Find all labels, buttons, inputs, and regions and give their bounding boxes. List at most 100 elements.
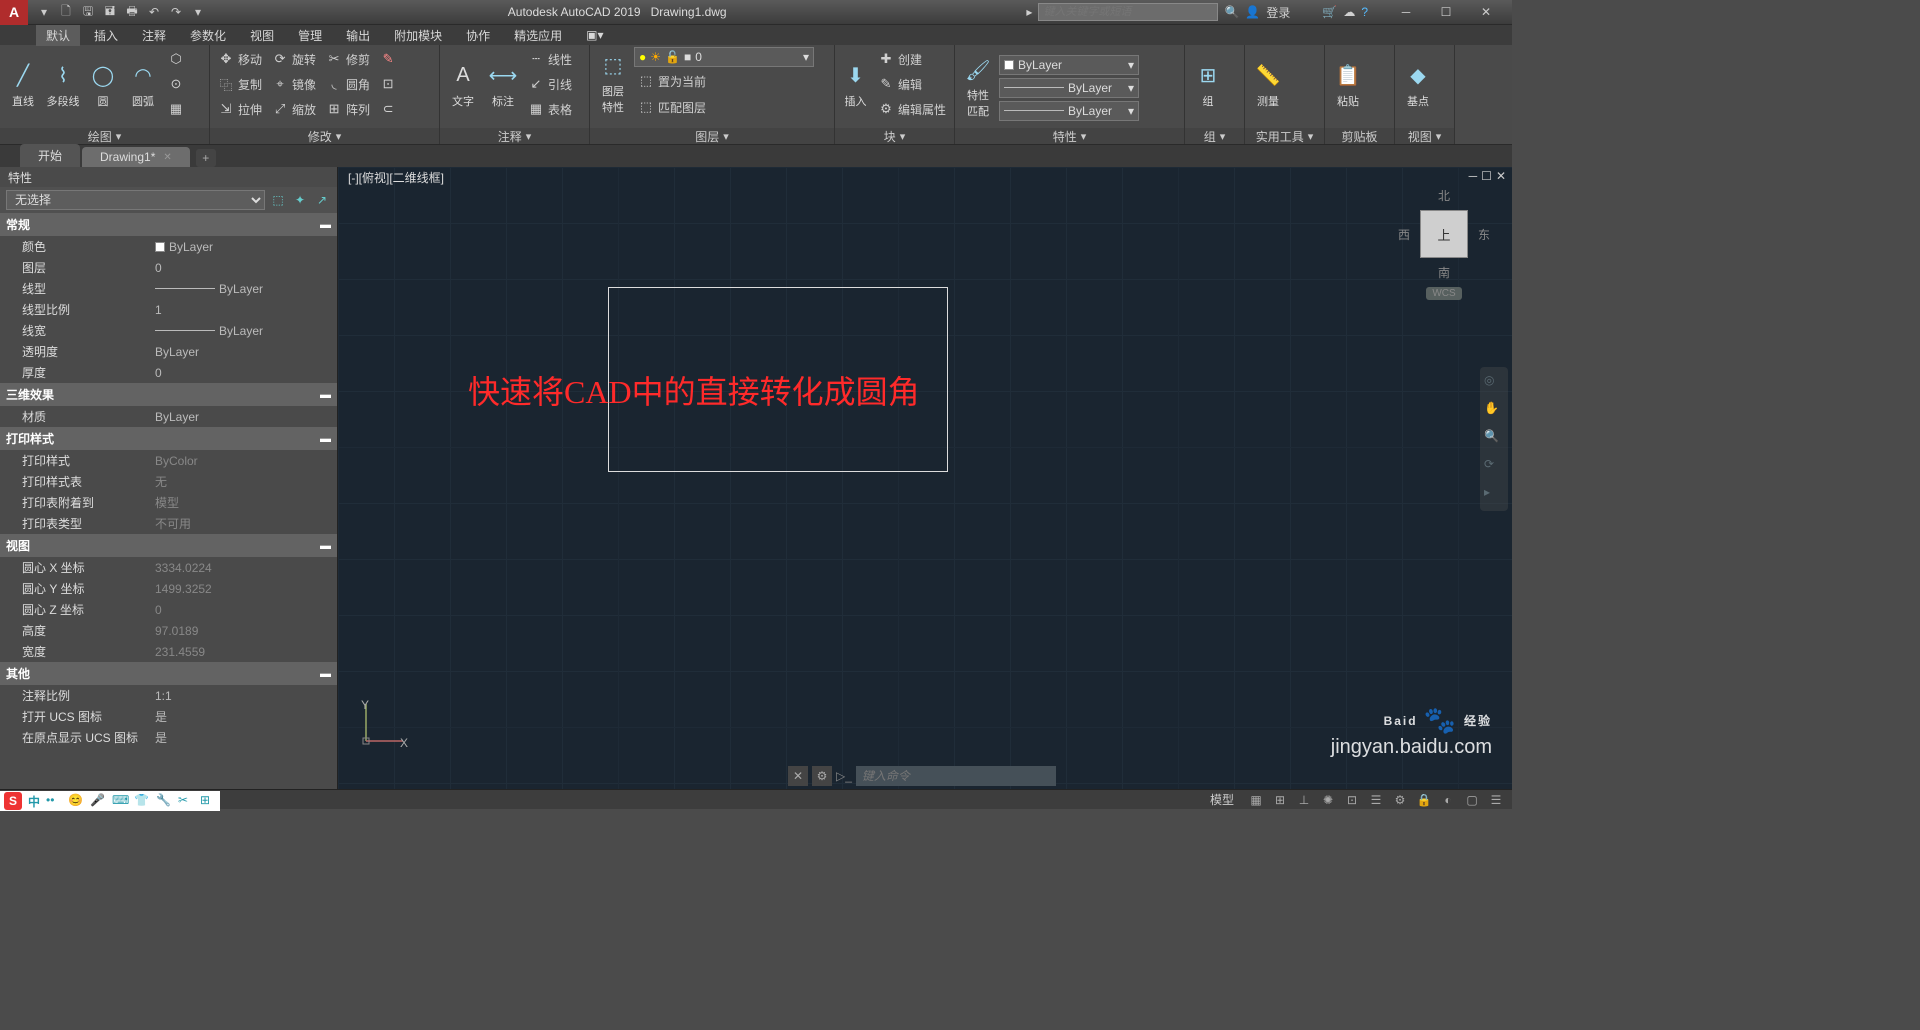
insert-block-button[interactable]: ⬇插入 [839,47,872,123]
maximize-button[interactable]: ☐ [1426,0,1466,25]
prop-ucsorigin-value[interactable]: 是 [155,729,337,746]
dimension-button[interactable]: ⟷标注 [484,47,522,123]
infocenter-arrow-icon[interactable]: ▸ [1026,5,1032,19]
prop-cx-value[interactable]: 3334.0224 [155,561,337,575]
exchange-icon[interactable]: 🛒 [1322,5,1337,19]
drawing-canvas[interactable]: [-][俯视][二维线框] ─ ☐ ✕ 快速将CAD中的直接转化成圆角 YX 北… [338,167,1512,789]
viewport-close-icon[interactable]: ✕ [1496,169,1506,183]
measure-button[interactable]: 📏测量 [1249,47,1287,123]
text-button[interactable]: A文字 [444,47,482,123]
nav-showmotion-icon[interactable]: ▸ [1484,485,1504,505]
a360-icon[interactable]: ☁ [1343,5,1355,19]
cmd-config-icon[interactable]: ⚙ [812,766,832,786]
panel-draw-label[interactable]: 绘图 ▾ [0,128,209,144]
ime-lang[interactable]: 中 [28,793,40,810]
viewcube[interactable]: 北 西 上 东 南 WCS [1394,187,1494,307]
panel-block-label[interactable]: 块 ▾ [835,128,954,144]
tab-addins[interactable]: 附加模块 [384,25,452,46]
create-block-button[interactable]: ✚创建 [874,47,950,71]
panel-clip-label[interactable]: 剪贴板 [1325,128,1394,144]
modify-extra-2[interactable]: ⊡ [376,72,400,96]
ime-menu-icon[interactable]: ⊞ [200,793,216,809]
sb-workspace-icon[interactable]: ⚙ [1390,791,1410,809]
prop-ltscale-value[interactable]: 1 [155,303,337,317]
prop-transp-value[interactable]: ByLayer [155,345,337,359]
quickselect-icon[interactable]: ⬚ [269,191,287,209]
sb-clean-icon[interactable]: ▢ [1462,791,1482,809]
sb-polar-icon[interactable]: ✺ [1318,791,1338,809]
pickadd-icon[interactable]: ✦ [291,191,309,209]
viewport-min-icon[interactable]: ─ [1469,169,1478,183]
search-input[interactable] [1038,3,1218,21]
panel-util-label[interactable]: 实用工具 ▾ [1245,128,1324,144]
cat-other[interactable]: 其他▬ [0,662,337,685]
viewcube-west[interactable]: 西 [1398,226,1410,243]
line-button[interactable]: ╱直线 [4,47,42,123]
stretch-button[interactable]: ⇲拉伸 [214,97,266,121]
tab-collab[interactable]: 协作 [456,25,500,46]
qat-undo-icon[interactable]: ↶ [144,2,164,22]
viewcube-top[interactable]: 上 [1420,210,1468,258]
qat-open-icon[interactable]: 🗋 [56,2,76,22]
search-icon[interactable]: 🔍 [1224,5,1239,19]
panel-props-label[interactable]: 特性 ▾ [955,128,1184,144]
qat-saveas-icon[interactable]: 🖬 [100,2,120,22]
modify-extra-1[interactable]: ✎ [376,47,400,71]
trim-button[interactable]: ✂修剪 [322,47,374,71]
sb-isolate-icon[interactable]: ◐ [1438,791,1458,809]
table-button[interactable]: ▦表格 [524,97,576,121]
prop-linetype-value[interactable]: ByLayer [155,282,337,296]
qat-new-icon[interactable]: ▾ [34,2,54,22]
tab-expand-icon[interactable]: ▣▾ [576,26,613,44]
app-logo[interactable]: A [0,0,28,25]
panel-view-label[interactable]: 视图 ▾ [1395,128,1454,144]
prop-cy-value[interactable]: 1499.3252 [155,582,337,596]
panel-modify-label[interactable]: 修改 ▾ [210,128,439,144]
panel-annot-label[interactable]: 注释 ▾ [440,128,589,144]
paste-button[interactable]: 📋粘贴 [1329,47,1367,123]
selectobj-icon[interactable]: ↗ [313,191,331,209]
qat-save-icon[interactable]: 🖫 [78,2,98,22]
viewcube-east[interactable]: 东 [1478,226,1490,243]
prop-ucsicon-value[interactable]: 是 [155,708,337,725]
sb-grid-icon[interactable]: ▦ [1246,791,1266,809]
sb-annoscale-icon[interactable]: 🔒 [1414,791,1434,809]
draw-extra-1[interactable]: ⬡ [164,47,188,71]
draw-extra-3[interactable]: ▦ [164,97,188,121]
tab-default[interactable]: 默认 [36,25,80,46]
cmd-history-icon[interactable]: ✕ [788,766,808,786]
help-icon[interactable]: ? [1361,5,1368,19]
sb-osnap-icon[interactable]: ⊡ [1342,791,1362,809]
move-button[interactable]: ✥移动 [214,47,266,71]
color-dropdown[interactable]: ByLayer▾ [999,55,1139,75]
ime-punct-icon[interactable]: •• [46,793,62,809]
layer-current-button[interactable]: ⬚置为当前 [634,69,710,93]
scale-button[interactable]: ⤢缩放 [268,97,320,121]
new-tab-button[interactable]: + [196,149,216,167]
prop-material-value[interactable]: ByLayer [155,410,337,424]
signin-label[interactable]: 登录 [1266,4,1290,21]
tab-manage[interactable]: 管理 [288,25,332,46]
group-button[interactable]: ⊞组 [1189,47,1227,123]
layer-match-button[interactable]: ⬚匹配图层 [634,95,710,119]
cat-plotstyle[interactable]: 打印样式▬ [0,427,337,450]
layer-dropdown[interactable]: ●☀🔓■0▾ [634,47,814,67]
sb-model-badge[interactable]: 模型 [1202,790,1242,809]
draw-extra-2[interactable]: ⊙ [164,72,188,96]
sb-custom-icon[interactable]: ☰ [1486,791,1506,809]
close-button[interactable]: ✕ [1466,0,1506,25]
modify-extra-3[interactable]: ⊂ [376,97,400,121]
panel-group-label[interactable]: 组 ▾ [1185,128,1244,144]
sb-snap-icon[interactable]: ⊞ [1270,791,1290,809]
ime-scissors-icon[interactable]: ✂ [178,793,194,809]
basepoint-button[interactable]: ◆基点 [1399,47,1437,123]
circle-button[interactable]: ◯圆 [84,47,122,123]
file-tab-drawing1[interactable]: Drawing1*✕ [82,147,190,167]
lineweight-dropdown[interactable]: ByLayer▾ [999,78,1139,98]
prop-thick-value[interactable]: 0 [155,366,337,380]
layer-props-button[interactable]: ⬚图层 特性 [594,47,632,119]
ime-mic-icon[interactable]: 🎤 [90,793,106,809]
viewcube-north[interactable]: 北 [1438,187,1450,204]
prop-lweight-value[interactable]: ByLayer [155,324,337,338]
copy-button[interactable]: ⿻复制 [214,72,266,96]
